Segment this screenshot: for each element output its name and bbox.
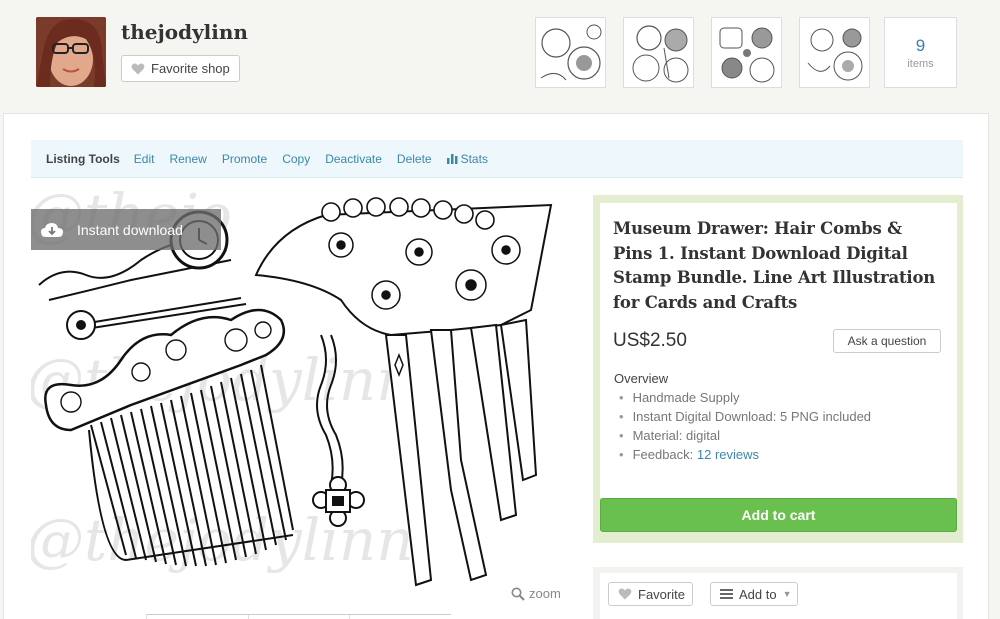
shop-items-count[interactable]: 9 items — [884, 17, 957, 88]
cloud-download-icon — [41, 222, 63, 237]
overview-list: Handmade Supply Instant Digital Download… — [619, 388, 871, 464]
zoom-button[interactable]: zoom — [511, 586, 561, 601]
shop-header: thejodylinn Favorite shop 9 items — [0, 0, 1000, 105]
add-to-cart-button[interactable]: Add to cart — [600, 498, 957, 532]
shop-name[interactable]: thejodylinn — [121, 20, 248, 44]
overview-item: Handmade Supply — [619, 388, 871, 407]
items-label: items — [907, 58, 934, 70]
ask-question-button[interactable]: Ask a question — [833, 329, 941, 353]
overview-item: Material: digital — [619, 426, 871, 445]
shop-item-thumbnail[interactable] — [623, 17, 694, 88]
feedback-label: Feedback: — [632, 447, 694, 462]
shop-avatar[interactable] — [36, 17, 106, 87]
listing-price: US$2.50 — [613, 330, 687, 351]
shop-item-thumbnail[interactable] — [535, 17, 606, 88]
listing-title: Museum Drawer: Hair Combs & Pins 1. Inst… — [613, 219, 936, 312]
overview-item: Instant Digital Download: 5 PNG included — [619, 407, 871, 426]
reviews-link[interactable]: 12 reviews — [697, 447, 759, 462]
heart-icon — [131, 63, 145, 74]
tool-deactivate-link[interactable]: Deactivate — [325, 152, 382, 166]
chevron-down-icon: ▼ — [782, 589, 792, 599]
instant-download-badge: Instant download — [31, 209, 221, 250]
tool-copy-link[interactable]: Copy — [282, 152, 310, 166]
stats-label: Stats — [460, 151, 488, 166]
add-to-list-button[interactable]: Add to ▼ — [710, 582, 798, 606]
magnifier-icon — [511, 587, 525, 601]
shop-item-thumbnail[interactable] — [711, 17, 782, 88]
overview-heading: Overview — [614, 371, 669, 386]
svg-text:@thejodylinn: @thejodylinn — [31, 506, 414, 574]
tool-stats-link[interactable]: Stats — [446, 151, 488, 166]
overview-item-feedback: Feedback: 12 reviews — [619, 445, 871, 464]
listing-main-image[interactable]: @thejo @thejodylinn @thejodylinn — [31, 190, 576, 602]
favorite-label: Favorite — [638, 586, 685, 602]
tool-promote-link[interactable]: Promote — [222, 152, 267, 166]
list-icon — [720, 589, 733, 599]
tool-delete-link[interactable]: Delete — [397, 152, 432, 166]
listing-tools-bar: Listing Tools Edit Renew Promote Copy De… — [31, 140, 963, 178]
favorite-shop-label: Favorite shop — [151, 61, 230, 76]
add-to-label: Add to — [739, 586, 777, 602]
listing-tools-title: Listing Tools — [46, 151, 120, 166]
image-thumbnail-strip — [146, 614, 451, 619]
tool-edit-link[interactable]: Edit — [134, 152, 155, 166]
image-thumbnail-tab[interactable] — [146, 615, 248, 619]
image-thumbnail-tab[interactable] — [247, 615, 350, 619]
bar-chart-icon — [446, 153, 458, 164]
shop-item-thumbnail[interactable] — [799, 17, 870, 88]
tool-renew-link[interactable]: Renew — [169, 152, 206, 166]
instant-download-label: Instant download — [77, 221, 183, 238]
items-count: 9 — [915, 36, 926, 55]
hair-combs-line-art: @thejo @thejodylinn @thejodylinn — [31, 190, 553, 587]
favorite-shop-button[interactable]: Favorite shop — [121, 55, 240, 82]
favorite-button[interactable]: Favorite — [608, 582, 693, 606]
zoom-label: zoom — [529, 586, 561, 601]
shop-item-thumbnails — [535, 17, 870, 88]
image-thumbnail-tab[interactable] — [349, 615, 451, 619]
heart-icon — [618, 588, 632, 600]
